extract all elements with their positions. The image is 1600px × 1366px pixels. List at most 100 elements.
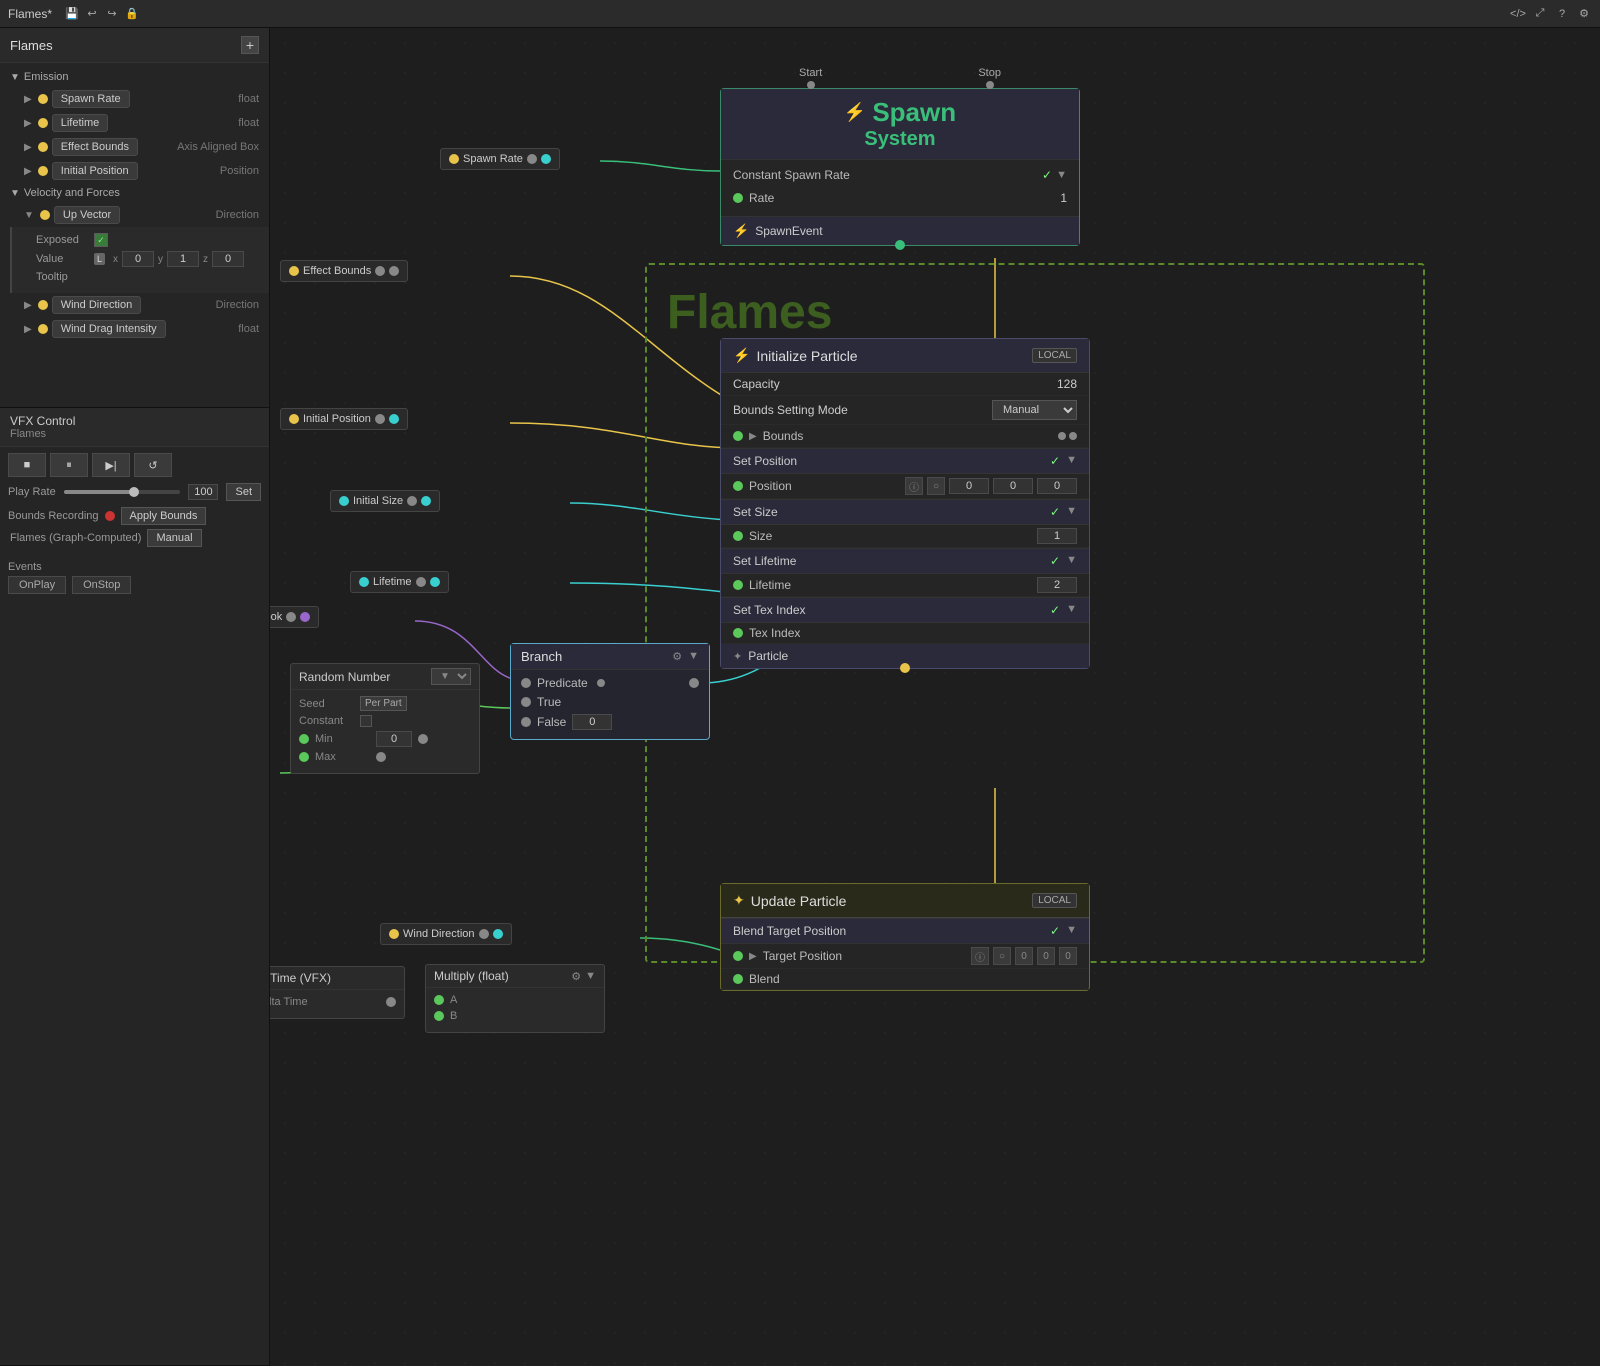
emission-label: Emission bbox=[24, 71, 69, 83]
redo-icon[interactable]: ↪ bbox=[104, 6, 120, 22]
set-button[interactable]: Set bbox=[226, 483, 261, 501]
flames-graph-label: Flames (Graph-Computed) bbox=[10, 532, 141, 544]
emission-group-header[interactable]: ▼ Emission bbox=[0, 67, 269, 87]
properties-list: ▼ Emission ▶ Spawn Rate float ▶ bbox=[0, 63, 269, 406]
spawn-rate-prop[interactable]: ▶ Spawn Rate float bbox=[0, 87, 269, 111]
wind-drag-prop[interactable]: ▶ Wind Drag Intensity float bbox=[0, 317, 269, 341]
restart-button[interactable]: ↺ bbox=[134, 453, 172, 477]
z-input[interactable] bbox=[212, 251, 244, 267]
rn-title: Random Number bbox=[299, 670, 390, 684]
mul2-b-label: B bbox=[450, 1010, 457, 1022]
save-icon[interactable]: 💾 bbox=[64, 6, 80, 22]
lock-icon[interactable]: 🔒 bbox=[124, 6, 140, 22]
left-panel: Flames + ▼ Emission ▶ Spawn Rate float bbox=[0, 28, 270, 1366]
step-button[interactable]: ▶| bbox=[92, 453, 130, 477]
false-value-input[interactable] bbox=[572, 714, 612, 730]
app-title: Flames* bbox=[8, 7, 52, 21]
exposed-check[interactable]: ✓ bbox=[94, 233, 108, 247]
velocity-group-header[interactable]: ▼ Velocity and Forces bbox=[0, 183, 269, 203]
tp-link[interactable]: ○ bbox=[993, 947, 1011, 965]
set-lt-expand: ▼ bbox=[1066, 554, 1077, 568]
spawn-bolt: ⚡ bbox=[844, 102, 866, 123]
wind-direction-type: Direction bbox=[216, 299, 259, 311]
lifetime-prop[interactable]: ▶ Lifetime float bbox=[0, 111, 269, 135]
eb-label: Effect Bounds bbox=[303, 265, 371, 277]
lifetime-canvas-node[interactable]: Lifetime bbox=[350, 571, 449, 593]
pause-button[interactable]: ⏸ bbox=[50, 453, 88, 477]
spawn-rate-canvas-node[interactable]: Spawn Rate bbox=[440, 148, 560, 170]
code-icon[interactable]: </> bbox=[1510, 6, 1526, 22]
events-label: Events bbox=[8, 561, 261, 573]
seed-dropdown[interactable]: Per Part bbox=[360, 696, 407, 711]
value-label: Value bbox=[36, 253, 86, 265]
wind-dir-canvas-node[interactable]: Wind Direction bbox=[380, 923, 512, 945]
x-input[interactable] bbox=[122, 251, 154, 267]
spawn-event-bolt: ⚡ bbox=[733, 223, 749, 239]
bounds-mode-dropdown[interactable]: Manual bbox=[992, 400, 1077, 420]
play-rate-slider[interactable] bbox=[64, 490, 181, 494]
tp-y[interactable]: 0 bbox=[1037, 947, 1055, 965]
spawn-event-label: SpawnEvent bbox=[755, 224, 822, 238]
rn-dropdown[interactable]: ▼ bbox=[431, 668, 471, 685]
up-vector-label: Up Vector bbox=[54, 206, 120, 224]
help-icon[interactable]: ? bbox=[1554, 6, 1570, 22]
bounds-right-port2 bbox=[1069, 432, 1077, 440]
branch-settings-icon[interactable]: ⚙ bbox=[672, 650, 682, 663]
effect-bounds-canvas-node[interactable]: Effect Bounds bbox=[280, 260, 408, 282]
stop-label: Stop bbox=[978, 67, 1001, 79]
initial-size-canvas-node[interactable]: Initial Size bbox=[330, 490, 440, 512]
mul2-expand[interactable]: ▼ bbox=[585, 970, 596, 983]
pos-x[interactable] bbox=[949, 478, 989, 494]
vfx-section: VFX Control Flames ■ ⏸ ▶| ↺ Play Rate bbox=[0, 408, 269, 1366]
use-flipbook-canvas-node[interactable]: Use Flipbook bbox=[270, 606, 319, 628]
bounds-label: Bounds bbox=[763, 429, 804, 443]
constant-check[interactable] bbox=[360, 715, 372, 727]
is-right-port2 bbox=[421, 496, 431, 506]
wind-drag-label: Wind Drag Intensity bbox=[52, 320, 166, 338]
vfx-subtitle: Flames bbox=[10, 428, 259, 440]
onplay-button[interactable]: OnPlay bbox=[8, 576, 66, 594]
lt-val[interactable] bbox=[1037, 577, 1077, 593]
size-val[interactable] bbox=[1037, 528, 1077, 544]
lifetime-port bbox=[733, 580, 743, 590]
initial-pos-canvas-node[interactable]: Initial Position bbox=[280, 408, 408, 430]
up-vector-prop[interactable]: ▼ Up Vector Direction bbox=[0, 203, 269, 227]
initial-position-prop[interactable]: ▶ Initial Position Position bbox=[0, 159, 269, 183]
apply-bounds-button[interactable]: Apply Bounds bbox=[121, 507, 207, 525]
settings-icon[interactable]: ⚙ bbox=[1576, 6, 1592, 22]
stop-button[interactable]: ■ bbox=[8, 453, 46, 477]
add-button[interactable]: + bbox=[241, 36, 259, 54]
playback-buttons: ■ ⏸ ▶| ↺ bbox=[8, 453, 261, 477]
set-lt-check: ✓ bbox=[1050, 554, 1060, 568]
tp-info[interactable]: ⓘ bbox=[971, 947, 989, 965]
wd-right-port bbox=[479, 929, 489, 939]
sr-label: Spawn Rate bbox=[463, 153, 523, 165]
onstop-button[interactable]: OnStop bbox=[72, 576, 131, 594]
pos-link[interactable]: ○ bbox=[927, 477, 945, 495]
y-input[interactable] bbox=[167, 251, 199, 267]
mul2-settings[interactable]: ⚙ bbox=[571, 970, 581, 983]
branch-collapse[interactable]: ▼ bbox=[688, 650, 699, 663]
expand-icon[interactable]: ⤢ bbox=[1532, 6, 1548, 22]
ip-left-port bbox=[289, 414, 299, 424]
constant-spawn-label: Constant Spawn Rate bbox=[733, 168, 850, 182]
manual-dropdown[interactable]: Manual bbox=[147, 529, 201, 547]
pos-y[interactable] bbox=[993, 478, 1033, 494]
pos-info[interactable]: ⓘ bbox=[905, 477, 923, 495]
wind-direction-prop[interactable]: ▶ Wind Direction Direction bbox=[0, 293, 269, 317]
update-local-badge: LOCAL bbox=[1032, 893, 1077, 908]
max-right-port bbox=[376, 752, 386, 762]
dt-right-port bbox=[386, 997, 396, 1007]
play-rate-value[interactable] bbox=[188, 484, 218, 500]
tp-x[interactable]: 0 bbox=[1015, 947, 1033, 965]
dt-label: Delta Time bbox=[270, 996, 310, 1008]
undo-icon[interactable]: ↩ bbox=[84, 6, 100, 22]
effect-bounds-prop[interactable]: ▶ Effect Bounds Axis Aligned Box bbox=[0, 135, 269, 159]
pos-z[interactable] bbox=[1037, 478, 1077, 494]
tp-z[interactable]: 0 bbox=[1059, 947, 1077, 965]
start-dot bbox=[807, 81, 815, 89]
lt-canvas-label: Lifetime bbox=[373, 576, 412, 588]
min-input[interactable] bbox=[376, 731, 412, 747]
size-label: Size bbox=[749, 529, 772, 543]
exposed-label: Exposed bbox=[36, 234, 86, 246]
